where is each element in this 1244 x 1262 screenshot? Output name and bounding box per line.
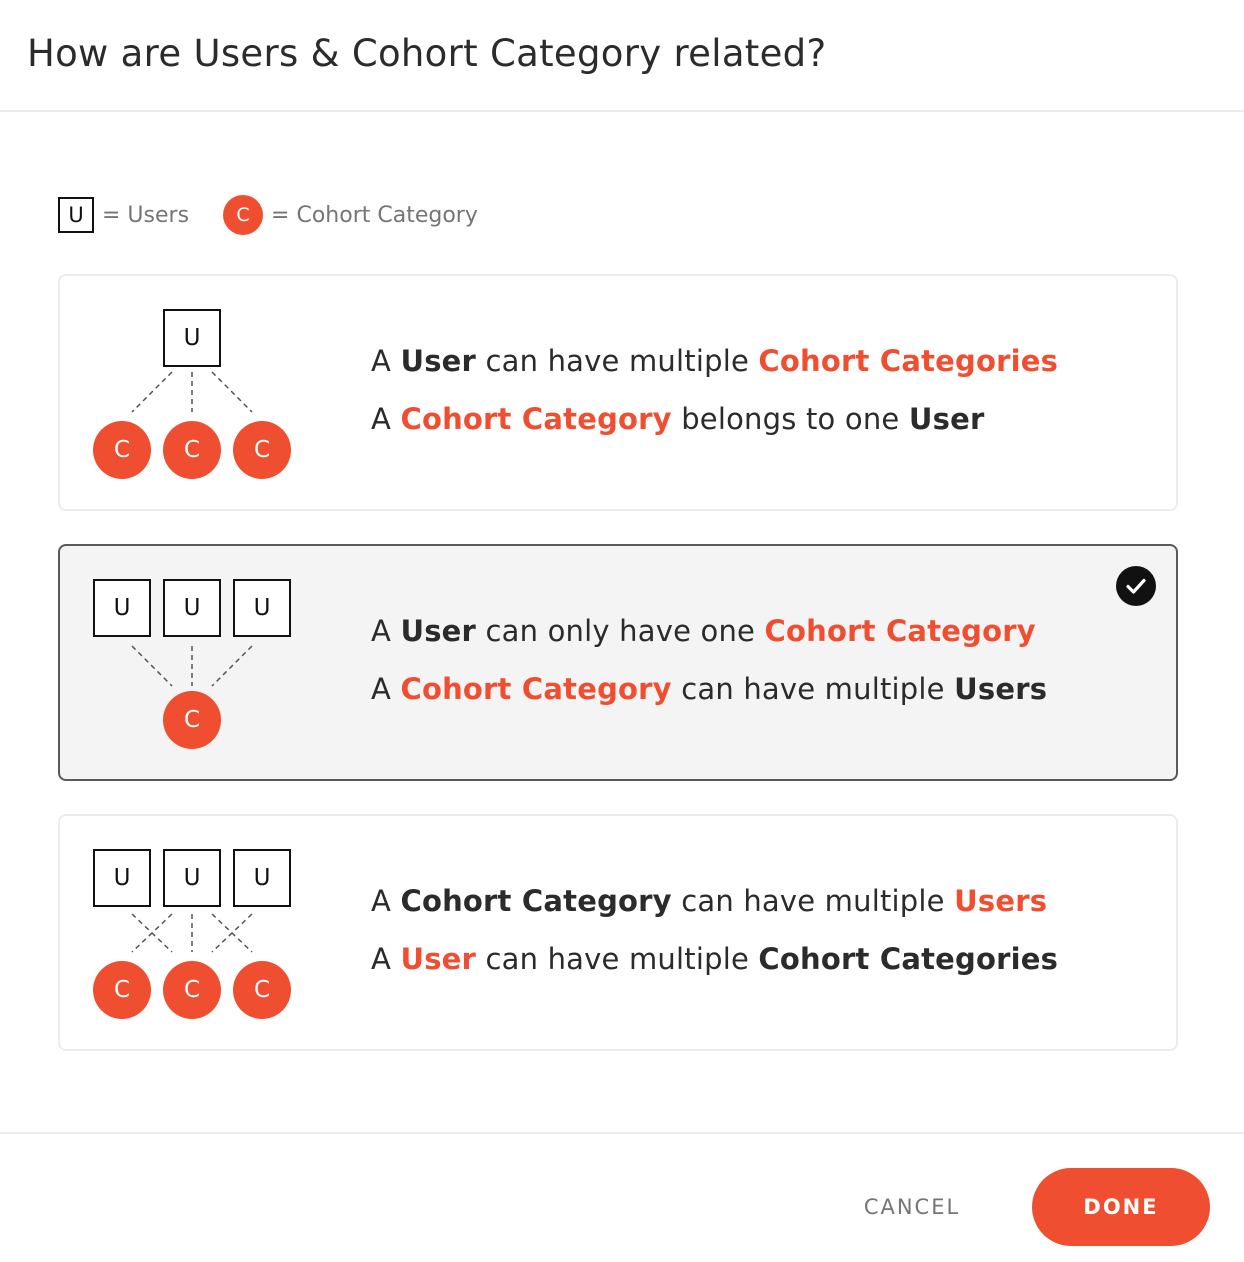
- dialog-title: How are Users & Cohort Category related?: [27, 32, 827, 75]
- text-segment: can only have one: [476, 614, 765, 648]
- relationship-line-1: A User can only have one Cohort Category: [371, 614, 1036, 648]
- text-segment: A: [371, 402, 401, 436]
- text-segment: Cohort Category: [400, 672, 672, 706]
- text-segment: Users: [954, 672, 1048, 706]
- user-node: U: [163, 849, 221, 907]
- text-segment: can have multiple: [671, 672, 955, 706]
- text-segment: Cohort Category: [400, 884, 672, 918]
- text-segment: A: [371, 614, 401, 648]
- text-segment: User: [908, 402, 985, 436]
- user-node: U: [163, 579, 221, 637]
- text-segment: Cohort Category: [400, 402, 672, 436]
- text-segment: A: [371, 672, 401, 706]
- option-one-to-many[interactable]: U C C C A User can have multiple Cohort …: [58, 274, 1178, 511]
- text-segment: Cohort Categories: [758, 344, 1059, 378]
- user-legend-label: = Users: [102, 202, 190, 228]
- cohort-node: C: [163, 691, 221, 749]
- cohort-node: C: [93, 961, 151, 1019]
- dialog-footer: CANCEL DONE: [0, 1132, 1244, 1262]
- user-node: U: [163, 309, 221, 367]
- text-segment: Users: [954, 884, 1048, 918]
- text-segment: Cohort Category: [764, 614, 1036, 648]
- text-segment: can have multiple: [476, 344, 759, 378]
- user-legend-symbol: U: [58, 197, 94, 233]
- cohort-node: C: [163, 421, 221, 479]
- text-segment: A: [371, 344, 401, 378]
- text-segment: A: [371, 942, 401, 976]
- cohort-node: C: [233, 421, 291, 479]
- option-many-to-one[interactable]: U U U C A User can only have one Cohort …: [58, 544, 1178, 781]
- dialog-header: How are Users & Cohort Category related?: [0, 0, 1244, 112]
- relationship-line-2: A Cohort Category can have multiple User…: [371, 672, 1047, 706]
- text-segment: can have multiple: [671, 884, 955, 918]
- one-to-many-diagram: U C C C: [60, 276, 320, 513]
- user-node: U: [233, 849, 291, 907]
- text-segment: User: [400, 942, 477, 976]
- relationship-line-2: A User can have multiple Cohort Categori…: [371, 942, 1058, 976]
- many-to-many-diagram: U U U C C C: [60, 816, 320, 1053]
- user-node: U: [93, 579, 151, 637]
- cohort-legend-label: = Cohort Category: [271, 202, 478, 228]
- relationship-line-1: A Cohort Category can have multiple User…: [371, 884, 1047, 918]
- many-to-one-diagram: U U U C: [60, 546, 320, 783]
- check-circle-icon: [1116, 566, 1156, 606]
- text-segment: can have multiple: [476, 942, 759, 976]
- cohort-node: C: [93, 421, 151, 479]
- done-button[interactable]: DONE: [1032, 1168, 1210, 1246]
- relationship-line-1: A User can have multiple Cohort Categori…: [371, 344, 1058, 378]
- text-segment: User: [400, 614, 477, 648]
- text-segment: belongs to one: [671, 402, 909, 436]
- text-segment: Cohort Categories: [758, 942, 1059, 976]
- relationship-line-2: A Cohort Category belongs to one User: [371, 402, 984, 436]
- cohort-node: C: [163, 961, 221, 1019]
- text-segment: User: [400, 344, 477, 378]
- user-node: U: [93, 849, 151, 907]
- cancel-button[interactable]: CANCEL: [842, 1168, 982, 1246]
- cohort-node: C: [233, 961, 291, 1019]
- cohort-legend-symbol: C: [223, 195, 264, 235]
- option-many-to-many[interactable]: U U U C C C A Cohort Category can have m…: [58, 814, 1178, 1051]
- text-segment: A: [371, 884, 401, 918]
- user-node: U: [233, 579, 291, 637]
- legend: U = Users C = Cohort Category: [58, 195, 478, 235]
